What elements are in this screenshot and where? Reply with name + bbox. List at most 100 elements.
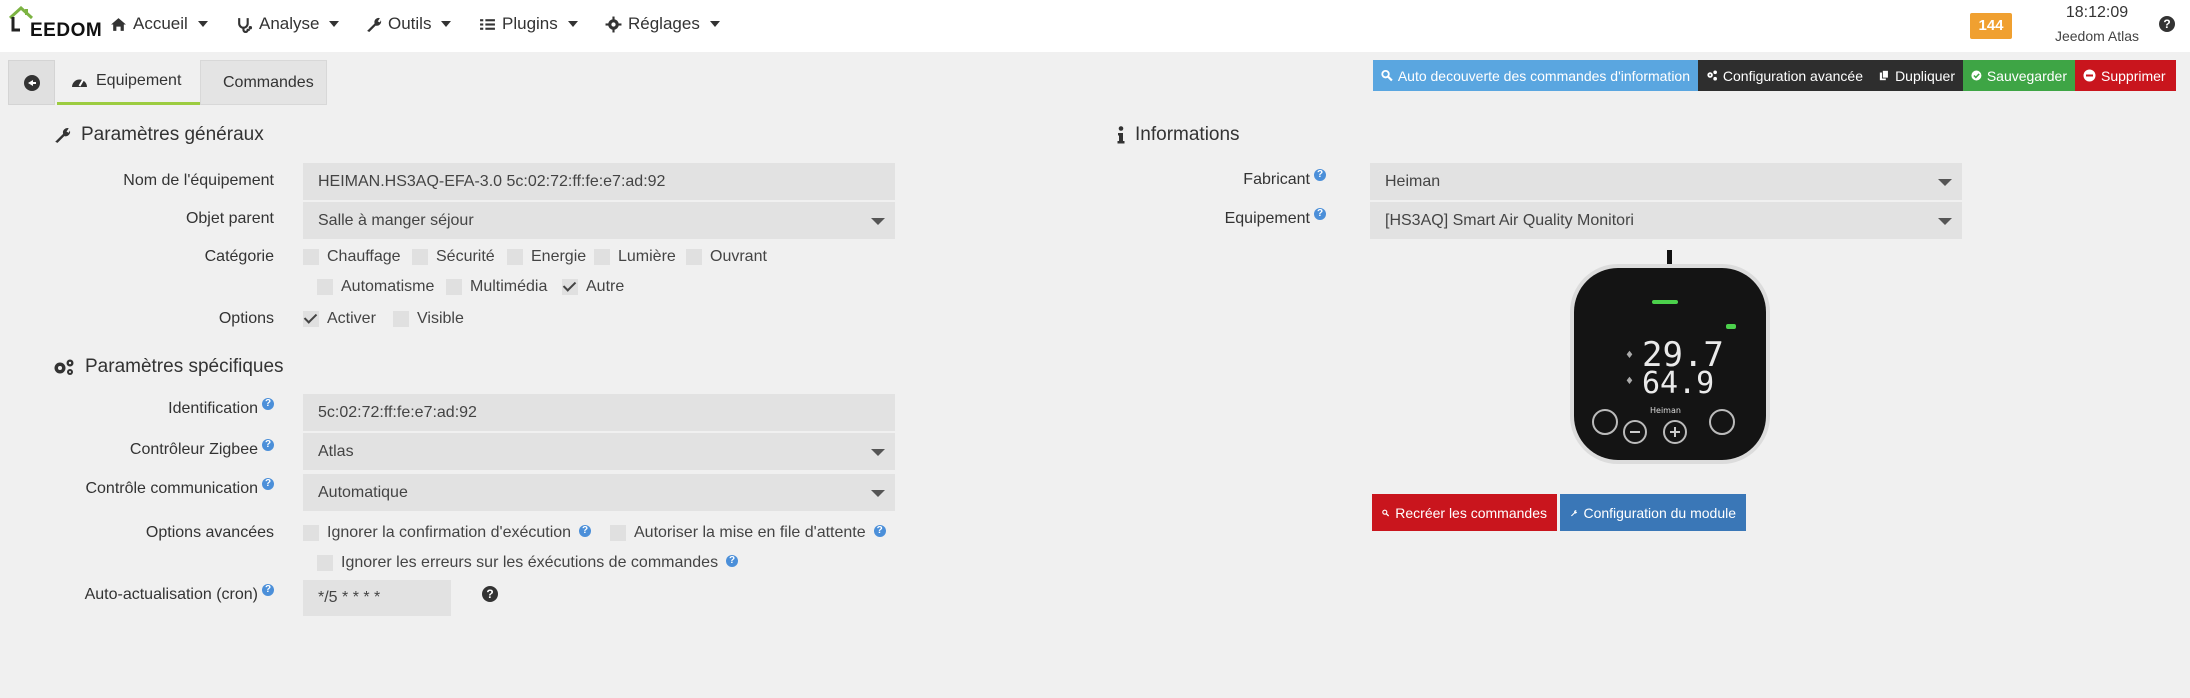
tab-commandes-label: Commandes [223, 73, 314, 91]
manufacturer-value: Heiman [1385, 173, 1441, 190]
category-securite-checkbox[interactable]: Sécurité [412, 248, 495, 266]
info-question-icon[interactable]: ? [262, 398, 274, 410]
select-arrow-icon [871, 449, 885, 456]
list-icon [480, 18, 495, 30]
category-energie-label: Energie [531, 248, 587, 265]
category-ouvrant-checkbox[interactable]: Ouvrant [686, 248, 767, 266]
menu-reglages-label: Réglages [628, 14, 700, 33]
cron-label-text: Auto-actualisation (cron) [84, 586, 258, 603]
module-config-label: Configuration du module [1583, 504, 1736, 521]
tab-equipement[interactable]: Equipement [57, 60, 200, 105]
cron-help-icon[interactable]: ? [482, 586, 498, 602]
category-autre-checkbox[interactable]: Autre [562, 278, 624, 296]
humidity-drop-icon: ♦ [1625, 376, 1634, 387]
arrow-left-circle-icon [23, 74, 40, 91]
ignore-errors-checkbox[interactable]: Ignorer les erreurs sur les éxécutions d… [317, 554, 739, 572]
category-energie-checkbox[interactable]: Energie [507, 248, 586, 266]
back-button[interactable] [8, 60, 55, 105]
comm-control-select[interactable]: Automatique [303, 474, 895, 511]
chevron-down-icon [441, 21, 452, 27]
equipment-model-label: Equipement? [1100, 208, 1326, 228]
checkbox-box-checked [303, 311, 319, 327]
wrench-icon [1570, 509, 1578, 516]
info-question-icon[interactable]: ? [726, 555, 739, 567]
duplicate-button[interactable]: Dupliquer [1871, 60, 1963, 91]
option-visible-checkbox[interactable]: Visible [393, 310, 464, 328]
select-arrow-icon [1938, 179, 1952, 186]
menu-accueil-label: Accueil [133, 14, 188, 33]
message-count-badge[interactable]: 144 [1970, 13, 2012, 39]
home-icon [111, 17, 126, 31]
check-circle-icon [1971, 70, 1982, 81]
manufacturer-select[interactable]: Heiman [1370, 163, 1962, 200]
tab-commandes[interactable]: Commandes [200, 60, 327, 105]
module-config-button[interactable]: Configuration du module [1560, 494, 1746, 531]
info-question-icon[interactable]: ? [262, 584, 274, 596]
info-question-icon[interactable]: ? [1314, 208, 1326, 220]
info-question-icon[interactable]: ? [873, 525, 886, 537]
temp-drop-icon: ♦ [1625, 350, 1634, 361]
category-multimedia-checkbox[interactable]: Multimédia [446, 278, 547, 296]
ignore-confirmation-checkbox[interactable]: Ignorer la confirmation d'exécution? [303, 524, 592, 542]
option-activer-label: Activer [327, 310, 376, 327]
checkbox-box [393, 311, 409, 327]
checkbox-box-checked [562, 279, 578, 295]
wrench-icon [367, 17, 382, 32]
identification-label: Identification? [40, 398, 274, 418]
help-icon[interactable]: ? [2159, 16, 2175, 32]
checkbox-box [412, 249, 428, 265]
recreate-commands-button[interactable]: Recréer les commandes [1372, 494, 1557, 531]
menu-analyse-label: Analyse [259, 14, 320, 33]
equipment-model-value: [HS3AQ] Smart Air Quality Monitori [1385, 212, 1634, 229]
search-icon [1382, 509, 1390, 517]
tachometer-icon [72, 78, 87, 87]
equipment-name-input[interactable]: HEIMAN.HS3AQ-EFA-3.0 5c:02:72:ff:fe:e7:a… [303, 163, 895, 200]
auto-discovery-button[interactable]: Auto decouverte des commandes d'informat… [1373, 60, 1698, 91]
info-question-icon[interactable]: ? [579, 525, 592, 537]
save-button[interactable]: Sauvegarder [1963, 60, 2075, 91]
category-label: Catégorie [204, 248, 274, 265]
jeedom-logo[interactable]: EEDOM [8, 6, 102, 46]
zigbee-controller-select[interactable]: Atlas [303, 433, 895, 470]
chevron-down-icon [709, 21, 720, 27]
device-image: ♦ ♦ 29.7 64.9 Heiman [1570, 250, 1770, 464]
info-question-icon[interactable]: ? [1314, 169, 1326, 181]
cogs-icon [54, 359, 74, 375]
menu-outils[interactable]: Outils [365, 14, 452, 34]
option-visible-label: Visible [417, 310, 464, 327]
comm-control-value: Automatique [318, 484, 408, 501]
menu-accueil[interactable]: Accueil [110, 14, 208, 34]
select-arrow-icon [871, 218, 885, 225]
comm-control-label: Contrôle communication? [40, 478, 274, 498]
allow-queue-checkbox[interactable]: Autoriser la mise en file d'attente? [610, 524, 886, 542]
checkbox-box [303, 525, 319, 541]
category-lumiere-checkbox[interactable]: Lumière [594, 248, 676, 266]
info-question-icon[interactable]: ? [262, 478, 274, 490]
menu-plugins-label: Plugins [502, 14, 558, 33]
advanced-config-button[interactable]: Configuration avancée [1698, 60, 1871, 91]
checkbox-box [446, 279, 462, 295]
delete-button[interactable]: Supprimer [2075, 60, 2176, 91]
menu-plugins[interactable]: Plugins [479, 14, 578, 34]
cron-input[interactable]: */5 * * * * [303, 580, 451, 616]
checkbox-box [317, 279, 333, 295]
identification-input[interactable]: 5c:02:72:ff:fe:e7:ad:92 [303, 394, 895, 431]
info-icon [1117, 126, 1125, 144]
save-label: Sauvegarder [1986, 67, 2067, 84]
ignore-errors-label: Ignorer les erreurs sur les éxécutions d… [341, 554, 719, 571]
option-activer-checkbox[interactable]: Activer [303, 310, 376, 328]
logo-text: EEDOM [30, 20, 103, 41]
equipment-model-select[interactable]: [HS3AQ] Smart Air Quality Monitori [1370, 202, 1962, 239]
tab-equipement-label: Equipement [96, 72, 182, 89]
menu-outils-label: Outils [388, 14, 432, 33]
specific-title-text: Paramètres spécifiques [85, 356, 284, 377]
category-chauffage-checkbox[interactable]: Chauffage [303, 248, 401, 266]
menu-reglages[interactable]: Réglages [605, 14, 720, 34]
menu-analyse[interactable]: Analyse [236, 14, 340, 34]
checkbox-box [686, 249, 702, 265]
parent-object-select[interactable]: Salle à manger séjour [303, 202, 895, 239]
gear-icon [605, 16, 622, 32]
info-question-icon[interactable]: ? [262, 439, 274, 451]
category-automatisme-checkbox[interactable]: Automatisme [317, 278, 434, 296]
checkbox-box [610, 525, 626, 541]
